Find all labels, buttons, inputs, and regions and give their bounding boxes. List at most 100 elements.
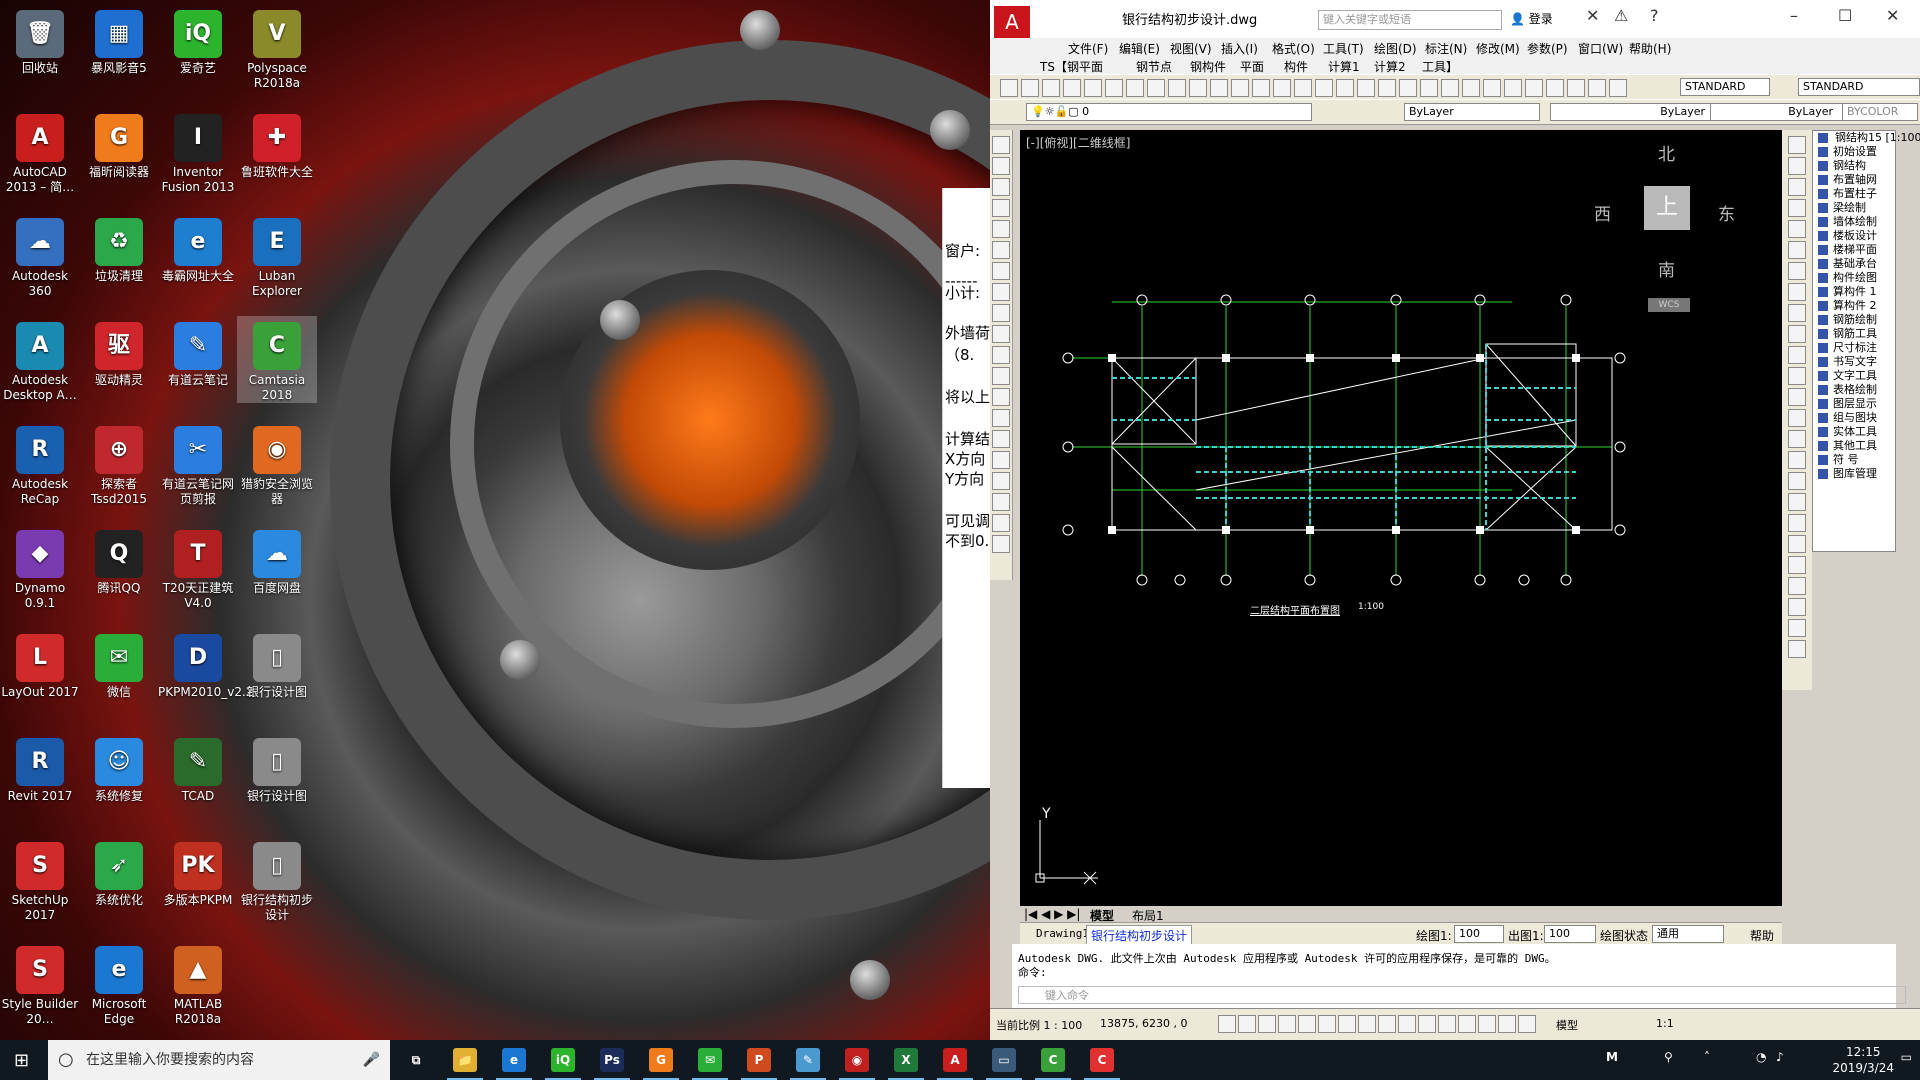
annotation-scale[interactable]: 1:1 (1656, 1017, 1674, 1030)
toolbar-tool-icon[interactable] (1525, 79, 1543, 97)
toolbar-tool-icon[interactable] (1336, 79, 1354, 97)
autocad-logo-icon[interactable]: A (994, 6, 1030, 38)
draw-tool-icon[interactable] (992, 241, 1010, 259)
taskbar-browser-icon[interactable]: ◉ (839, 1048, 875, 1080)
tool-panel-item[interactable]: 符 号 (1813, 453, 1895, 467)
desktop-icon[interactable]: ✎ TCAD (158, 732, 238, 804)
notification-icon[interactable]: ▭ (1901, 1050, 1912, 1064)
toolbar-tool-icon[interactable] (1126, 79, 1144, 97)
draw-tool-icon[interactable] (992, 157, 1010, 175)
status-toggle-icon[interactable] (1258, 1015, 1276, 1033)
toolbar-tool-icon[interactable] (1567, 79, 1585, 97)
help-link[interactable]: 帮助 (1750, 927, 1774, 944)
close-button[interactable]: ✕ (1886, 6, 1899, 25)
tool-panel-item[interactable]: 尺寸标注 (1813, 341, 1895, 355)
toolbar-tool-icon[interactable] (1147, 79, 1165, 97)
ts-menu-item[interactable]: TS【钢平面 (1040, 58, 1103, 75)
tool-panel-item[interactable]: 算构件 1 (1813, 285, 1895, 299)
help-search-input[interactable]: 键入关键字或短语 (1318, 10, 1502, 30)
menu-item[interactable]: 工具(T) (1323, 40, 1364, 57)
toolbar-tool-icon[interactable] (1357, 79, 1375, 97)
ts-menu-item[interactable]: 钢节点 (1136, 58, 1172, 75)
tool-panel-item[interactable]: 钢结构 (1813, 159, 1895, 173)
taskbar-photoshop-icon[interactable]: Ps (594, 1048, 630, 1080)
desktop-icon[interactable]: ☁ Autodesk 360 (0, 212, 80, 299)
modify-tool-icon[interactable] (1788, 472, 1806, 490)
desktop-icon[interactable]: ◉ 猎豹安全浏览器 (237, 420, 317, 507)
status-toggle-icon[interactable] (1318, 1015, 1336, 1033)
desktop-icon[interactable]: ▯ 银行设计图 (237, 628, 317, 700)
tool-panel-item[interactable]: 初始设置 (1813, 145, 1895, 159)
modify-tool-icon[interactable] (1788, 514, 1806, 532)
status-toggle-icon[interactable] (1218, 1015, 1236, 1033)
menu-item[interactable]: 修改(M) (1476, 40, 1520, 57)
status-toggle-icon[interactable] (1358, 1015, 1376, 1033)
toolbar-tool-icon[interactable] (1588, 79, 1606, 97)
help-icon[interactable]: ? (1650, 6, 1659, 25)
status-toggle-icon[interactable] (1498, 1015, 1516, 1033)
ts-menu-item[interactable]: 钢构件 (1190, 58, 1226, 75)
lineweight-dropdown[interactable]: ByLayer (1710, 103, 1852, 121)
toolbar-tool-icon[interactable] (1273, 79, 1291, 97)
toolbar-tool-icon[interactable] (1210, 79, 1228, 97)
desktop-icon[interactable]: 🗑 回收站 (0, 4, 80, 76)
desktop-icon[interactable]: e 毒霸网址大全 (158, 212, 238, 284)
draw-tool-icon[interactable] (992, 493, 1010, 511)
desktop-icon[interactable]: G 福昕阅读器 (79, 108, 159, 180)
desktop-icon[interactable]: C Camtasia 2018 (237, 316, 317, 403)
draw-tool-icon[interactable] (992, 430, 1010, 448)
tool-panel-item[interactable]: 文字工具 (1813, 369, 1895, 383)
desktop-icon[interactable]: ◆ Dynamo 0.9.1 (0, 524, 80, 611)
modify-tool-icon[interactable] (1788, 199, 1806, 217)
ts-menu-item[interactable]: 构件 (1284, 58, 1308, 75)
modify-tool-icon[interactable] (1788, 262, 1806, 280)
toolbar-tool-icon[interactable] (1189, 79, 1207, 97)
toolbar-tool-icon[interactable] (1021, 79, 1039, 97)
tool-panel-item[interactable]: 图库管理 (1813, 467, 1895, 481)
desktop-icon[interactable]: D PKPM2010_v2.2 (158, 628, 253, 700)
taskbar-autocad-icon[interactable]: A (937, 1048, 973, 1080)
desktop-icon[interactable]: S SketchUp 2017 (0, 836, 80, 923)
taskbar-wechat-icon[interactable]: ✉ (692, 1048, 728, 1080)
modify-tool-icon[interactable] (1788, 619, 1806, 637)
desktop-icon[interactable]: ▲ MATLAB R2018a (158, 940, 238, 1027)
dim-style-dropdown[interactable]: STANDARD (1798, 78, 1920, 96)
draw-tool-icon[interactable] (992, 514, 1010, 532)
menu-item[interactable]: 插入(I) (1221, 40, 1258, 57)
command-input[interactable]: 键入命令 (1018, 986, 1906, 1004)
toolbar-tool-icon[interactable] (1315, 79, 1333, 97)
taskbar-camtasia-icon[interactable]: C (1035, 1048, 1071, 1080)
system-clock[interactable]: 12:15 2019/3/24 (1832, 1044, 1894, 1076)
desktop-icon[interactable]: V Polyspace R2018a (237, 4, 317, 91)
maximize-button[interactable]: ☐ (1838, 6, 1852, 25)
desktop-icon[interactable]: L LayOut 2017 (0, 628, 80, 700)
text-style-dropdown[interactable]: STANDARD (1680, 78, 1770, 96)
desktop-icon[interactable]: T T20天正建筑 V4.0 (158, 524, 238, 611)
modify-tool-icon[interactable] (1788, 367, 1806, 385)
desktop-icon[interactable]: A Autodesk Desktop A… (0, 316, 80, 403)
tool-panel-item[interactable]: 楼梯平面 (1813, 243, 1895, 257)
draw-tool-icon[interactable] (992, 472, 1010, 490)
draw-tool-icon[interactable] (992, 178, 1010, 196)
modify-tool-icon[interactable] (1788, 325, 1806, 343)
toolbar-tool-icon[interactable] (1042, 79, 1060, 97)
status-toggle-icon[interactable] (1238, 1015, 1256, 1033)
desktop-icon[interactable]: ☺ 系统修复 (79, 732, 159, 804)
tool-panel-item[interactable]: 表格绘制 (1813, 383, 1895, 397)
draw-tool-icon[interactable] (992, 388, 1010, 406)
draw-tool-icon[interactable] (992, 220, 1010, 238)
tool-panel-item[interactable]: 布置轴网 (1813, 173, 1895, 187)
modify-tool-icon[interactable] (1788, 493, 1806, 511)
volume-icon[interactable]: ♪ (1776, 1050, 1784, 1064)
tool-panel-item[interactable]: 梁绘制 (1813, 201, 1895, 215)
doc-tab-bank[interactable]: 银行结构初步设计 (1086, 925, 1193, 946)
desktop-icon[interactable]: ✎ 有道云笔记 (158, 316, 238, 388)
tool-panel-item[interactable]: 楼板设计 (1813, 229, 1895, 243)
tool-panel-item[interactable]: 构件绘图 (1813, 271, 1895, 285)
drawing-area[interactable]: [-][俯视][二维线框] 北 南 东 西 上 WCS 二层结构平面布置图 1:… (1020, 130, 1782, 906)
draw-state-dropdown[interactable]: 通用 (1652, 925, 1724, 943)
taskbar-powerpoint-icon[interactable]: P (741, 1048, 777, 1080)
ts-menu-item[interactable]: 平面 (1240, 58, 1264, 75)
linetype-dropdown[interactable]: ByLayer (1550, 103, 1724, 121)
toolbar-tool-icon[interactable] (1231, 79, 1249, 97)
